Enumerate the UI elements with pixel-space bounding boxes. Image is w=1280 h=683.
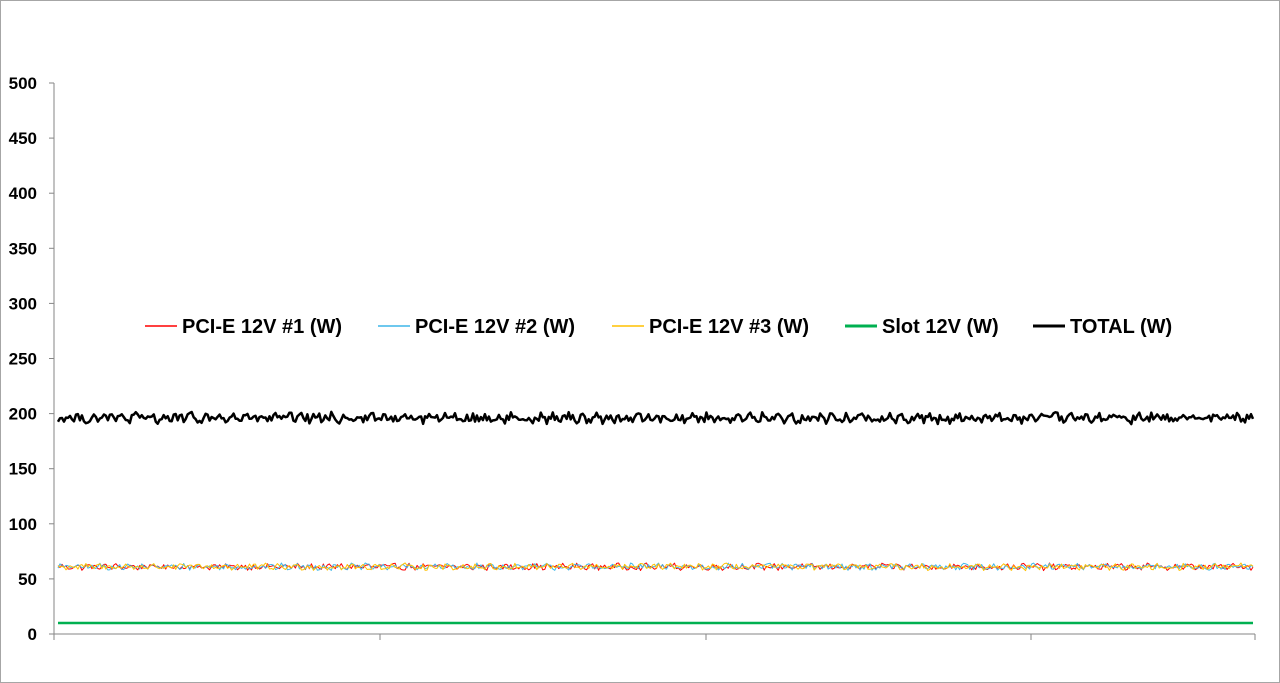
y-tick-label: 0 [28,625,37,644]
y-tick-label: 200 [9,405,37,424]
y-tick-label: 150 [9,460,37,479]
legend-label: Slot 12V (W) [882,316,999,338]
legend-label: PCI-E 12V #2 (W) [415,316,575,338]
legend: PCI-E 12V #1 (W) PCI-E 12V #2 (W) PCI-E 12… [145,316,1172,338]
axes-layer: 0 50 100 150 200 250 300 350 400 450 500 [9,74,1256,644]
y-tick-label: 500 [9,74,37,93]
y-tick-label: 450 [9,129,37,148]
legend-label: PCI-E 12V #1 (W) [182,316,342,338]
y-tick-label: 400 [9,184,37,203]
power-consumption-chart: 0 50 100 150 200 250 300 350 400 450 500 PCI-E 12V… [9,74,1256,644]
y-tick-label: 300 [9,294,37,313]
legend-label: TOTAL (W) [1070,316,1172,338]
y-tick-label: 100 [9,515,37,534]
series-layer [56,410,1255,625]
y-tick-label: 50 [18,570,37,589]
y-tick-label: 250 [9,350,37,369]
legend-label: PCI-E 12V #3 (W) [649,316,809,338]
y-tick-label: 350 [9,239,37,258]
series-line-5 [56,410,1255,426]
